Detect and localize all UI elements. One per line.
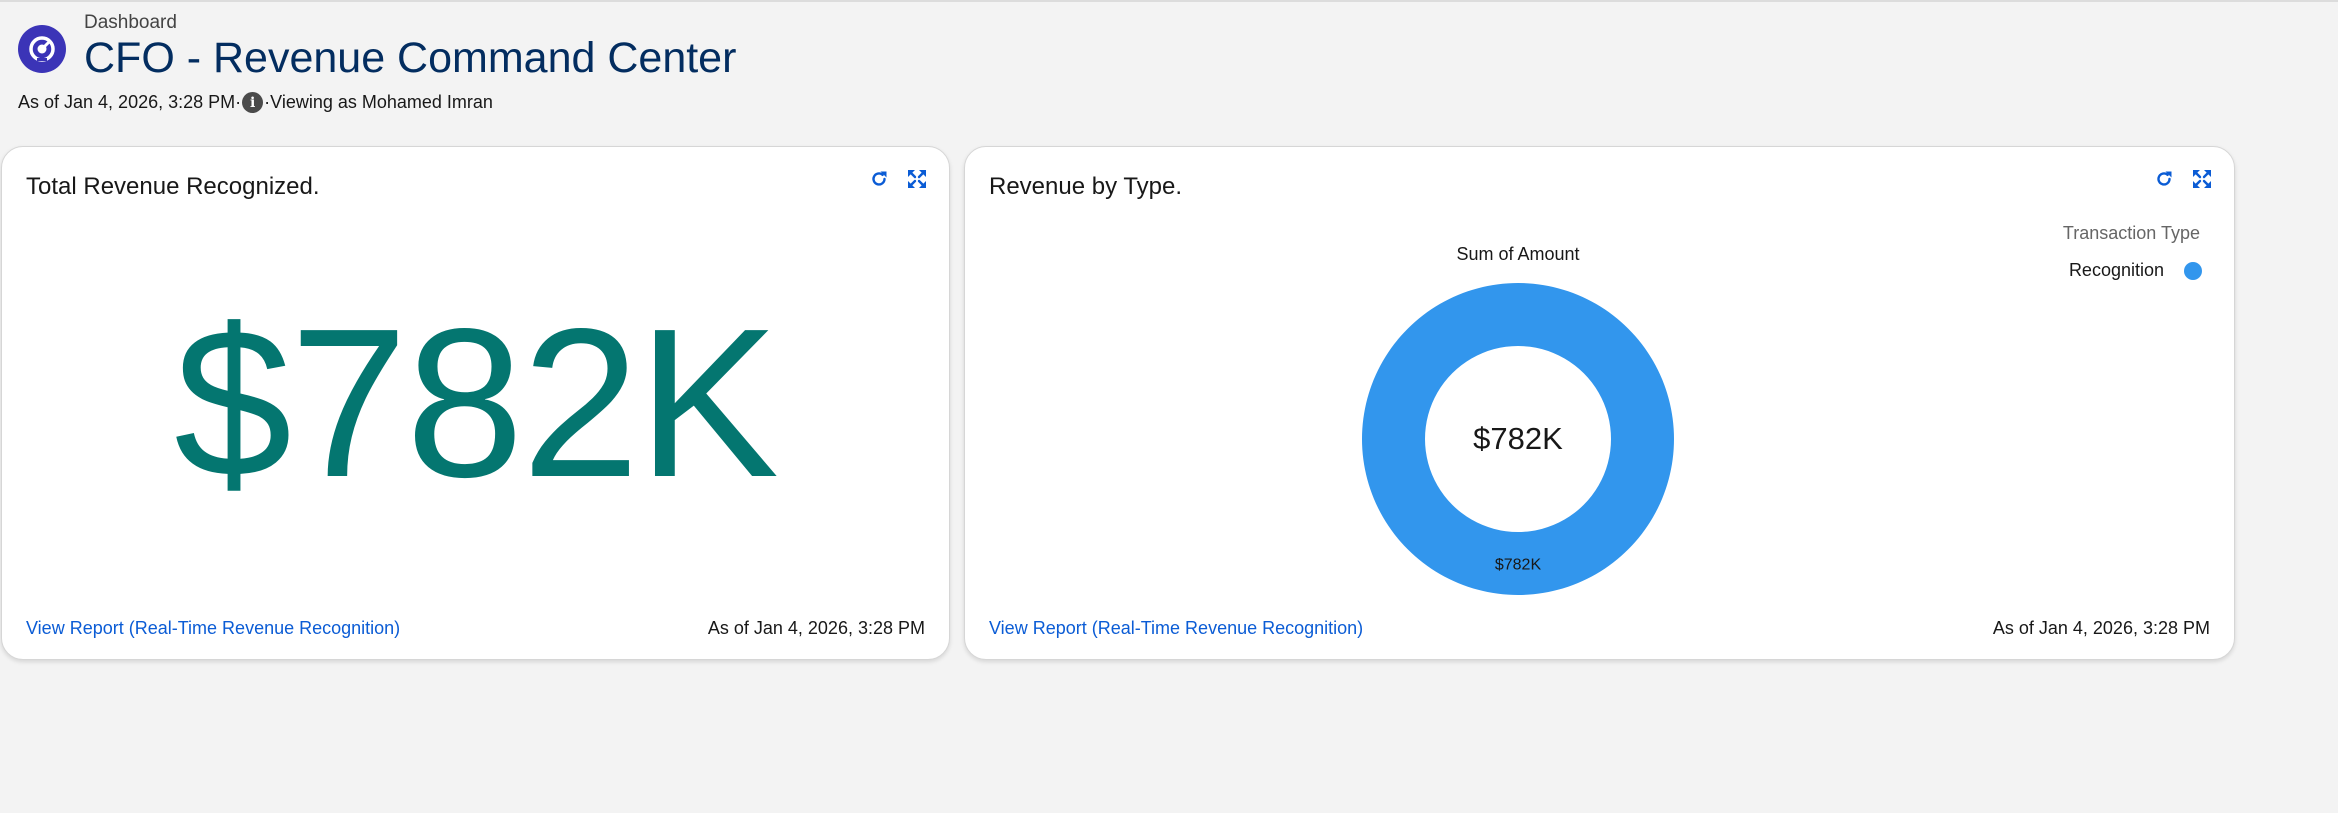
legend-title: Transaction Type — [2062, 223, 2200, 243]
card-as-of: As of Jan 4, 2026, 3:28 PM — [1992, 618, 2210, 638]
top-border — [0, 0, 2338, 2]
card-title: Total Revenue Recognized. — [26, 173, 320, 200]
view-report-link[interactable]: View Report (Real-Time Revenue Recogniti… — [989, 618, 1363, 639]
donut-chart-svg: Sum of Amount $782K $782K — [1361, 244, 1674, 595]
legend-swatch — [2184, 261, 2202, 280]
total-revenue-metric[interactable]: $782K — [2, 297, 949, 509]
donut-slice-value-label: $782K — [1495, 557, 1542, 574]
revenue-by-type-card: Revenue by Type. Sum of Amount $782K $78… — [964, 146, 2235, 660]
view-report-link[interactable]: View Report (Real-Time Revenue Recogniti… — [26, 618, 400, 639]
total-revenue-card: Total Revenue Recognized. $782K View Rep… — [1, 146, 950, 660]
expand-icon[interactable] — [907, 169, 927, 189]
legend-item-recognition[interactable]: Recognition — [2069, 260, 2202, 281]
donut-chart: Sum of Amount $782K $782K — [965, 147, 2236, 661]
card-actions — [869, 169, 927, 189]
viewing-as-label: ·Viewing as Mohamed Imran — [264, 92, 493, 112]
refresh-icon[interactable] — [869, 169, 889, 189]
legend-label: Recognition — [2068, 260, 2164, 280]
page-eyebrow: Dashboard — [84, 12, 177, 33]
card-as-of: As of Jan 4, 2026, 3:28 PM — [707, 618, 925, 638]
dashboard-gauge-icon — [18, 25, 66, 73]
info-icon[interactable]: i — [242, 92, 264, 113]
dashboard-meta: As of Jan 4, 2026, 3:28 PM· i ·Viewing a… — [18, 92, 493, 113]
chart-title: Sum of Amount — [1456, 244, 1579, 264]
page-title: CFO - Revenue Command Center — [84, 34, 737, 82]
as-of-timestamp: As of Jan 4, 2026, 3:28 PM· — [18, 92, 242, 112]
donut-center-label: $782K — [1473, 421, 1563, 456]
